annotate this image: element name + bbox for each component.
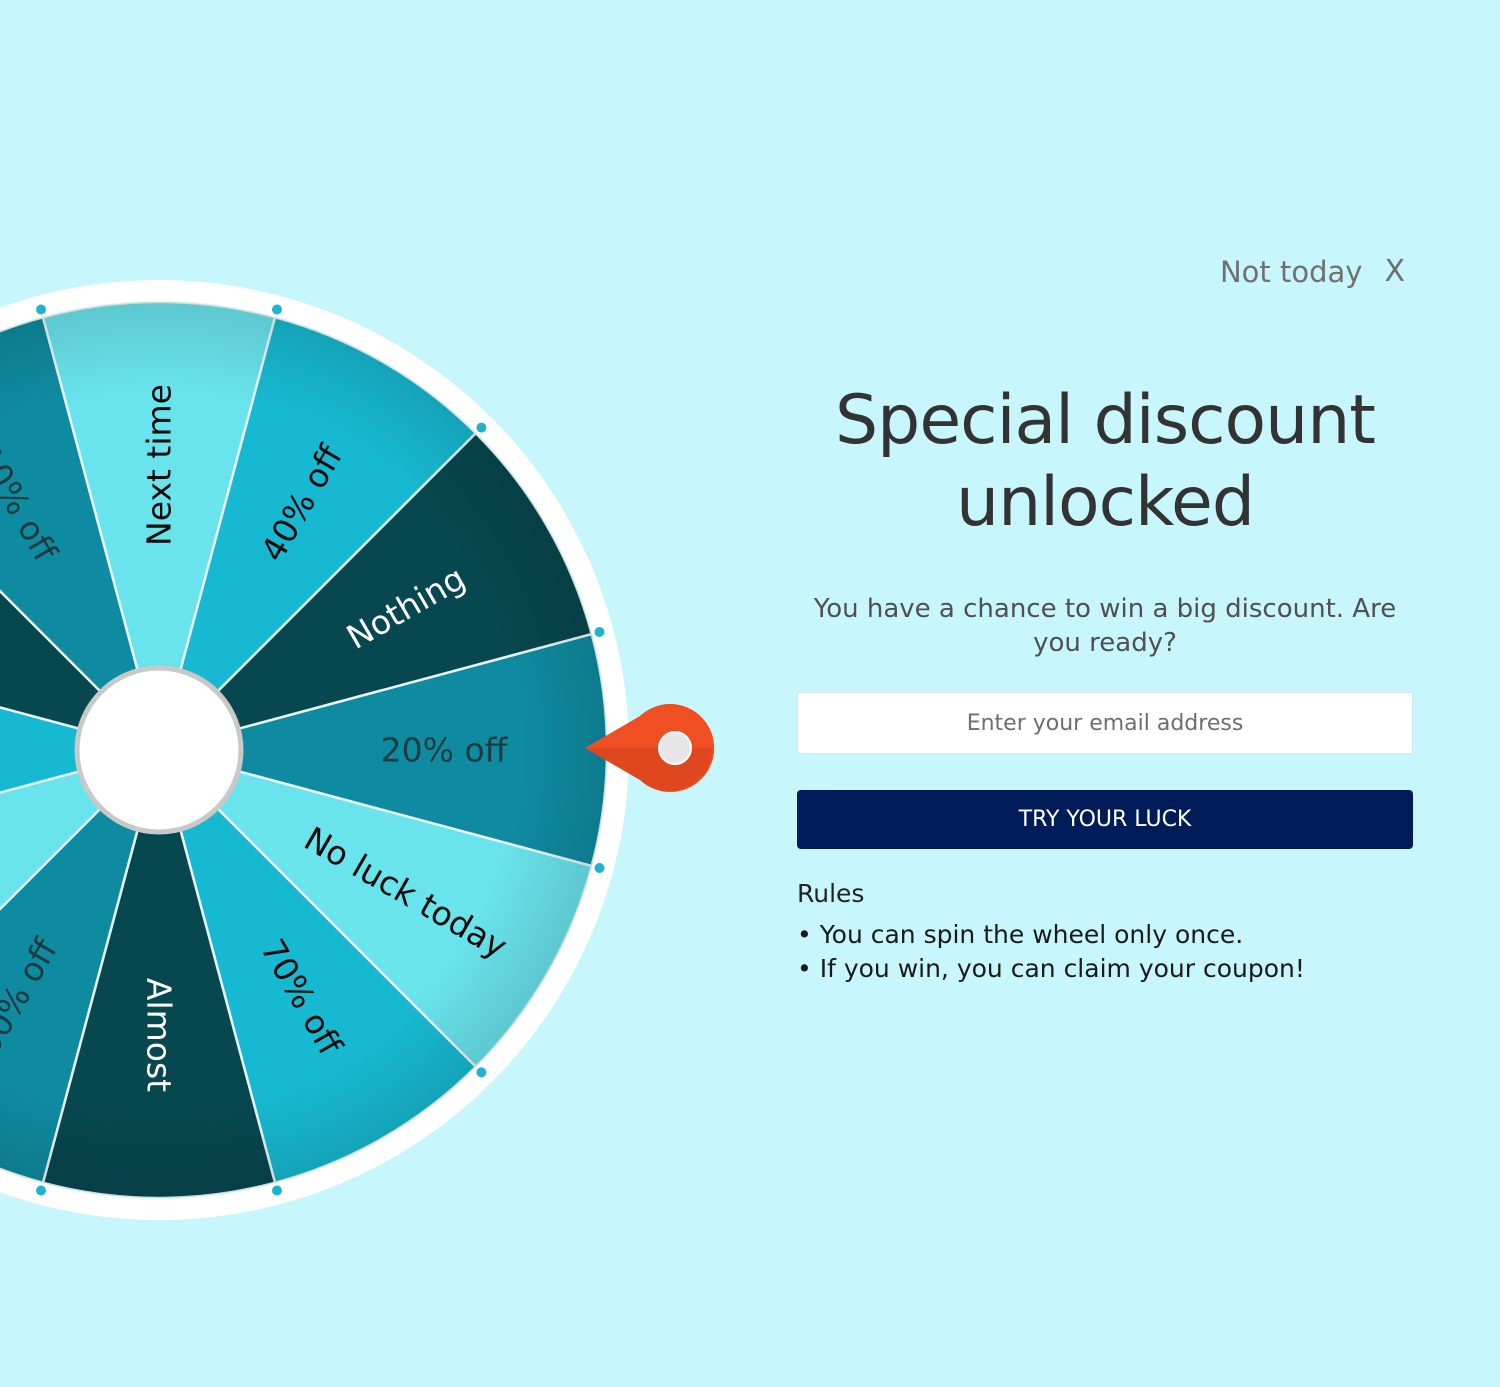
wheel-pin-dot	[272, 1185, 282, 1196]
signup-panel: Special discount unlocked You have a cha…	[797, 380, 1413, 986]
dismiss-button[interactable]: Not today X	[1220, 254, 1405, 289]
prize-wheel[interactable]: 20% offNo luck today70% offAlmost50% off…	[0, 0, 760, 1387]
title-line-2: unlocked	[955, 463, 1255, 542]
wheel-pin-dot	[594, 863, 605, 873]
rule-item: • If you win, you can claim your coupon!	[797, 954, 1305, 983]
rule-item: • You can spin the wheel only once.	[797, 920, 1244, 949]
title-line-1: Special discount	[835, 381, 1376, 460]
rules-list: • You can spin the wheel only once. • If…	[797, 918, 1413, 986]
wheel-pin-dot	[36, 1185, 46, 1196]
rules-heading: Rules	[797, 879, 865, 908]
page-title: Special discount unlocked	[797, 380, 1413, 544]
close-icon[interactable]: X	[1384, 254, 1405, 289]
wheel-segment-label: Next time	[140, 384, 179, 546]
try-your-luck-button[interactable]: TRY YOUR LUCK	[797, 790, 1413, 849]
dismiss-label[interactable]: Not today	[1220, 255, 1362, 289]
wheel-pin-dot	[594, 627, 605, 637]
wheel-pin-dot	[272, 304, 282, 315]
email-field[interactable]	[797, 692, 1413, 754]
wheel-pin-dot	[476, 1067, 487, 1078]
wheel-segment-label: Almost	[140, 978, 179, 1092]
wheel-pin-dot	[36, 304, 46, 315]
wheel-pin-dot	[476, 422, 487, 433]
wheel-hub[interactable]	[74, 665, 244, 835]
subtitle: You have a chance to win a big discount.…	[813, 594, 1397, 658]
wheel-segment-label: 20% off	[381, 731, 509, 770]
